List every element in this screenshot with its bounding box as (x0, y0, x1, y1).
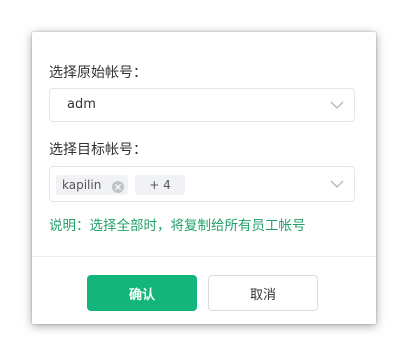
source-account-label: 选择原始帐号： (49, 65, 147, 81)
copy-account-dialog: 选择原始帐号： adm 选择目标帐号： kapilin + 4 说明：选择全部时… (32, 32, 376, 324)
source-account-value: adm (67, 97, 96, 112)
target-account-label: 选择目标帐号： (49, 142, 147, 158)
target-tag-kapilin: kapilin (56, 175, 128, 195)
confirm-button[interactable]: 确认 (87, 275, 197, 311)
chevron-down-icon (330, 179, 344, 189)
cancel-button[interactable]: 取消 (208, 275, 318, 311)
close-circle-icon[interactable] (112, 179, 124, 193)
chevron-down-icon (330, 100, 344, 110)
tag-label: kapilin (62, 178, 102, 192)
target-account-select[interactable]: kapilin + 4 (49, 166, 355, 202)
divider (32, 256, 376, 257)
target-tag-more: + 4 (135, 175, 185, 195)
source-account-select[interactable]: adm (49, 88, 355, 122)
copy-note: 说明：选择全部时，将复制给所有员工帐号 (49, 218, 306, 234)
